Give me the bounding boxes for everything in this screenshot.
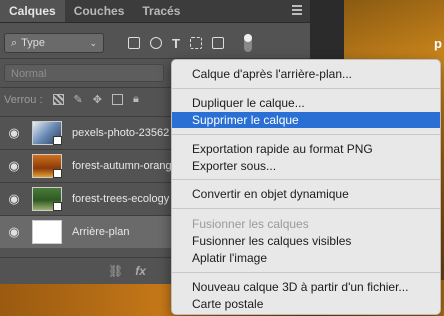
lock-row: Verrou : ✎ ✥ 🔒︎ <box>4 93 139 106</box>
menu-item-convert-smart-object[interactable]: Convertir en objet dynamique <box>172 186 440 202</box>
eye-icon[interactable]: ◉ <box>0 224 28 240</box>
context-menu: Calque d'après l'arrière-plan... Dupliqu… <box>171 59 441 315</box>
smart-object-icon <box>53 169 62 178</box>
menu-item-merge-layers: Fusionner les calques <box>192 217 309 231</box>
menu-separator <box>172 134 440 135</box>
blend-mode-select[interactable]: Normal <box>4 64 164 82</box>
smart-object-icon <box>53 136 62 145</box>
menu-item-layer-from-background[interactable]: Calque d'après l'arrière-plan... <box>172 66 440 82</box>
menu-separator <box>172 88 440 89</box>
eye-icon[interactable]: ◉ <box>0 125 28 141</box>
menu-separator <box>172 179 440 180</box>
menu-item-quick-export-png[interactable]: Exportation rapide au format PNG <box>172 141 440 157</box>
smart-object-icon <box>53 202 62 211</box>
eye-icon[interactable]: ◉ <box>0 158 28 174</box>
move-icon[interactable]: ✥ <box>93 93 102 106</box>
menu-separator <box>172 208 440 209</box>
layer-thumbnail <box>32 220 62 244</box>
layer-name[interactable]: Arrière-plan <box>72 226 172 238</box>
menu-item-postcard[interactable]: Carte postale <box>172 296 440 312</box>
menu-item-flatten-image[interactable]: Aplatir l'image <box>172 250 440 266</box>
menu-item-delete-layer[interactable]: Supprimer le calque <box>172 112 440 128</box>
chevron-down-icon: ⌄ <box>89 37 97 48</box>
menu-item-duplicate-layer[interactable]: Dupliquer le calque... <box>172 95 440 111</box>
lock-label: Verrou : <box>4 93 43 106</box>
menu-separator <box>172 272 440 273</box>
layer-name[interactable]: forest-autumn-orang <box>72 160 172 172</box>
lock-transparency-icon[interactable] <box>52 94 64 105</box>
link-icon[interactable]: ⛓ <box>108 264 123 278</box>
layer-thumbnail <box>32 187 62 211</box>
menu-item-export-as[interactable]: Exporter sous... <box>172 158 440 174</box>
layer-thumbnail <box>32 121 62 145</box>
shape-filter-icon[interactable] <box>189 37 202 49</box>
menu-item-merge-visible[interactable]: Fusionner les calques visibles <box>172 233 440 249</box>
filter-toggle[interactable] <box>243 34 252 52</box>
lock-icon[interactable]: 🔒︎ <box>133 93 139 106</box>
layer-name[interactable]: forest-trees-ecology <box>72 193 172 205</box>
smart-object-filter-icon[interactable] <box>211 37 224 49</box>
fx-icon[interactable]: fx <box>135 264 146 278</box>
canvas-text: p <box>434 36 442 51</box>
search-icon: ⌕ <box>11 36 18 49</box>
brush-icon[interactable]: ✎ <box>74 93 83 106</box>
eye-icon[interactable]: ◉ <box>0 191 28 207</box>
tab-traces[interactable]: Tracés <box>133 0 189 22</box>
layer-thumbnail <box>32 154 62 178</box>
tab-couches[interactable]: Couches <box>65 0 134 22</box>
panel-tabs: Calques Couches Tracés <box>0 0 310 23</box>
tab-calques[interactable]: Calques <box>0 0 65 22</box>
filter-icons: T <box>128 34 252 52</box>
layer-name[interactable]: pexels-photo-23562 <box>72 127 172 139</box>
panel-menu-icon[interactable] <box>292 5 302 17</box>
filter-row: ⌕ Type ⌄ T <box>4 32 306 54</box>
menu-item-new-3d-layer[interactable]: Nouveau calque 3D à partir d'un fichier.… <box>172 279 440 295</box>
filter-kind-select[interactable]: ⌕ Type ⌄ <box>4 33 104 53</box>
image-filter-icon[interactable] <box>128 37 140 49</box>
filter-kind-label: Type <box>21 37 46 49</box>
adjustment-filter-icon[interactable] <box>150 37 162 49</box>
artboard-icon[interactable] <box>111 94 123 105</box>
type-filter-icon[interactable]: T <box>172 36 180 51</box>
